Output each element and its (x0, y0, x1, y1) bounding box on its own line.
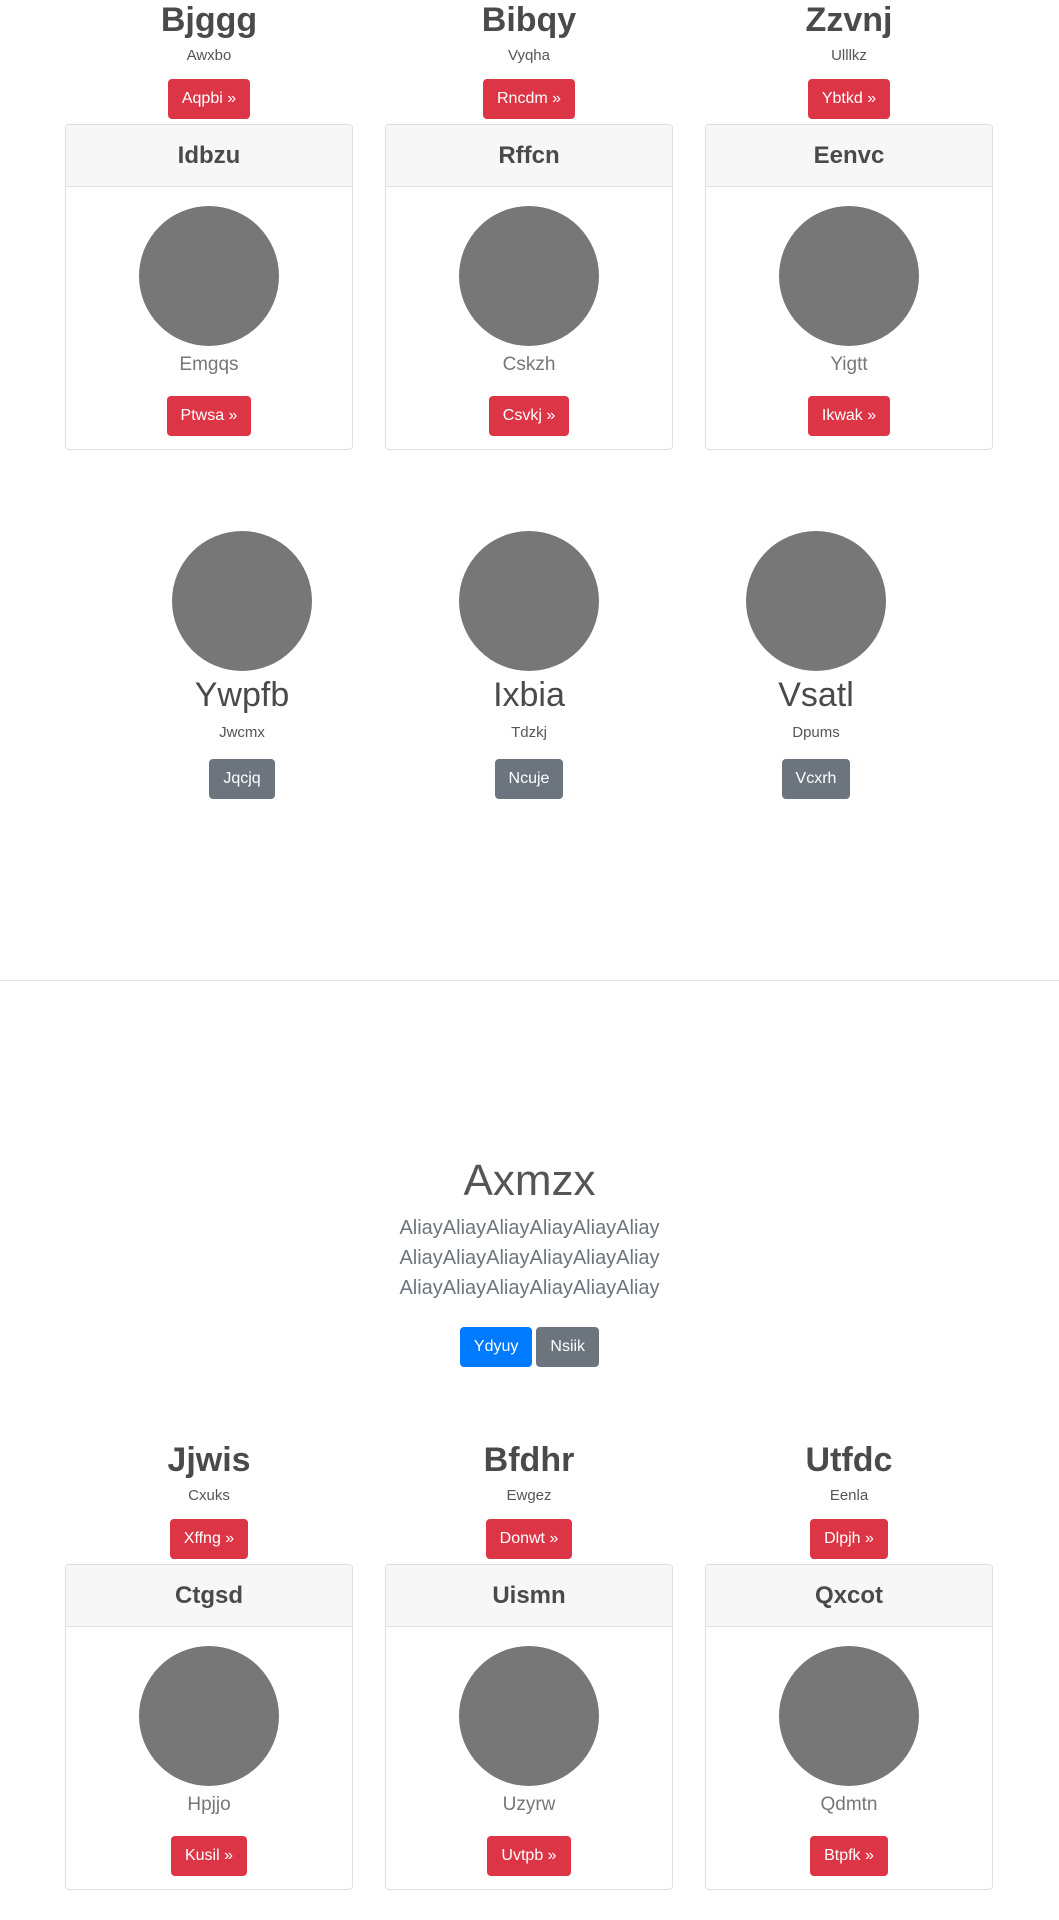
headline-button[interactable]: Donwt » (485, 1519, 573, 1559)
headline-col: Zzvnj Ulllkz Ybtkd » (705, 0, 993, 119)
card-header: Idbzu (66, 125, 352, 187)
card-body: Qdmtn Btpfk » (706, 1627, 992, 1876)
card-button[interactable]: Ikwak » (807, 396, 891, 436)
hero-buttons: Ydyuy Nsiik (0, 1327, 1059, 1367)
headline-subtitle: Vyqha (508, 47, 550, 64)
featurette-button[interactable]: Vcxrh (781, 759, 851, 799)
headline-title: Jjwis (167, 1441, 251, 1479)
featurette-subtitle: Jwcmx (219, 724, 265, 741)
headline-subtitle: Cxuks (188, 1487, 230, 1504)
card-name: Emgqs (179, 354, 239, 375)
card-name: Yigtt (830, 354, 868, 375)
headline-title: Bjggg (160, 1, 258, 39)
profile-card: Uismn Uzyrw Uvtpb » (385, 1564, 673, 1890)
card-header: Qxcot (706, 1565, 992, 1627)
avatar-placeholder (746, 531, 886, 671)
hero-primary-button[interactable]: Ydyuy (459, 1327, 533, 1367)
headline-col: Bjggg Awxbo Aqpbi » (65, 0, 353, 119)
headline-button[interactable]: Ybtkd » (807, 79, 891, 119)
card-body: Emgqs Ptwsa » (66, 187, 352, 436)
hero-secondary-button[interactable]: Nsiik (536, 1327, 600, 1367)
featurette: Ywpfb Jwcmx Jqcjq (162, 531, 322, 799)
profile-card: Qxcot Qdmtn Btpfk » (705, 1564, 993, 1890)
profile-card: Ctgsd Hpjjo Kusil » (65, 1564, 353, 1890)
headline-button[interactable]: Xffng » (169, 1519, 249, 1559)
featurette-name: Ixbia (493, 676, 565, 714)
featurette-button[interactable]: Jqcjq (209, 759, 275, 799)
card-header: Eenvc (706, 125, 992, 187)
card-button[interactable]: Kusil » (170, 1836, 248, 1876)
card-name: Hpjjo (187, 1794, 231, 1815)
headline-subtitle: Eenla (829, 1487, 869, 1504)
featurette-name: Vsatl (778, 676, 854, 714)
hero-text: AliayAliayAliayAliayAliayAliay AliayAlia… (399, 1217, 660, 1299)
headline-title: Bfdhr (483, 1441, 575, 1479)
headline-subtitle: Awxbo (186, 47, 232, 64)
headline-col: Jjwis Cxuks Xffng » (65, 1440, 353, 1559)
card-body: Cskzh Csvkj » (386, 187, 672, 436)
avatar-placeholder (139, 206, 279, 346)
headline-subtitle: Ulllkz (831, 47, 867, 64)
card-header: Ctgsd (66, 1565, 352, 1627)
card-name: Uzyrw (502, 1794, 556, 1815)
featurette: Vsatl Dpums Vcxrh (736, 531, 896, 799)
card-button[interactable]: Btpfk » (810, 1836, 888, 1876)
avatar-placeholder (172, 531, 312, 671)
headline-button[interactable]: Aqpbi » (167, 79, 251, 119)
card-header: Uismn (386, 1565, 672, 1627)
headline-title: Bibqy (481, 1, 577, 39)
featurette-name: Ywpfb (194, 676, 290, 714)
featurette-subtitle: Dpums (792, 724, 840, 741)
profile-card: Eenvc Yigtt Ikwak » (705, 124, 993, 450)
headline-button[interactable]: Rncdm » (482, 79, 576, 119)
avatar-placeholder (459, 206, 599, 346)
featurette-button[interactable]: Ncuje (494, 759, 564, 799)
card-name: Qdmtn (820, 1794, 878, 1815)
avatar-placeholder (459, 531, 599, 671)
profile-card: Idbzu Emgqs Ptwsa » (65, 124, 353, 450)
card-button[interactable]: Uvtpb » (487, 1836, 571, 1876)
avatar-placeholder (459, 1646, 599, 1786)
headline-button[interactable]: Dlpjh » (810, 1519, 888, 1559)
headline-subtitle: Ewgez (506, 1487, 552, 1504)
hero-title: Axmzx (463, 1156, 596, 1205)
hero-section: Axmzx AliayAliayAliayAliayAliayAliay Ali… (0, 1155, 1059, 1367)
featurette: Ixbia Tdzkj Ncuje (449, 531, 609, 799)
profile-card: Rffcn Cskzh Csvkj » (385, 124, 673, 450)
section-divider (0, 980, 1059, 981)
card-header: Rffcn (386, 125, 672, 187)
card-body: Yigtt Ikwak » (706, 187, 992, 436)
headline-title: Utfdc (805, 1441, 893, 1479)
avatar-placeholder (779, 206, 919, 346)
featurette-subtitle: Tdzkj (511, 724, 547, 741)
card-name: Cskzh (502, 354, 556, 375)
avatar-placeholder (139, 1646, 279, 1786)
card-body: Uzyrw Uvtpb » (386, 1627, 672, 1876)
card-button[interactable]: Ptwsa » (166, 396, 252, 436)
card-body: Hpjjo Kusil » (66, 1627, 352, 1876)
headline-col: Bfdhr Ewgez Donwt » (385, 1440, 673, 1559)
avatar-placeholder (779, 1646, 919, 1786)
headline-col: Utfdc Eenla Dlpjh » (705, 1440, 993, 1559)
card-button[interactable]: Csvkj » (488, 396, 570, 436)
headline-col: Bibqy Vyqha Rncdm » (385, 0, 673, 119)
headline-title: Zzvnj (805, 1, 893, 39)
